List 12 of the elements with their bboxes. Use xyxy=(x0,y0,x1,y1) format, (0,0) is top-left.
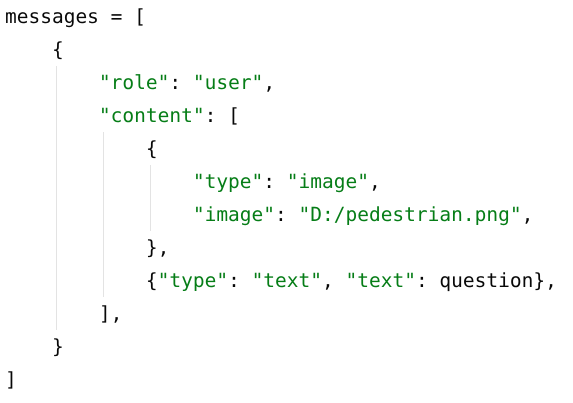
code-line: ] xyxy=(5,367,17,393)
code-line: } xyxy=(50,334,64,360)
code-line: { xyxy=(144,136,158,162)
code-line: {"type": "text", "text": question}, xyxy=(144,268,557,294)
code-line: { xyxy=(50,37,64,63)
code-line: "image": "D:/pedestrian.png", xyxy=(192,202,534,228)
code-line: "type": "image", xyxy=(192,169,381,195)
code-line: messages = [ xyxy=(5,4,146,30)
code-line: "content": [ xyxy=(98,103,240,129)
code-line: }, xyxy=(144,235,170,261)
code-line: ], xyxy=(98,301,122,327)
code-line: "role": "user", xyxy=(98,70,276,96)
